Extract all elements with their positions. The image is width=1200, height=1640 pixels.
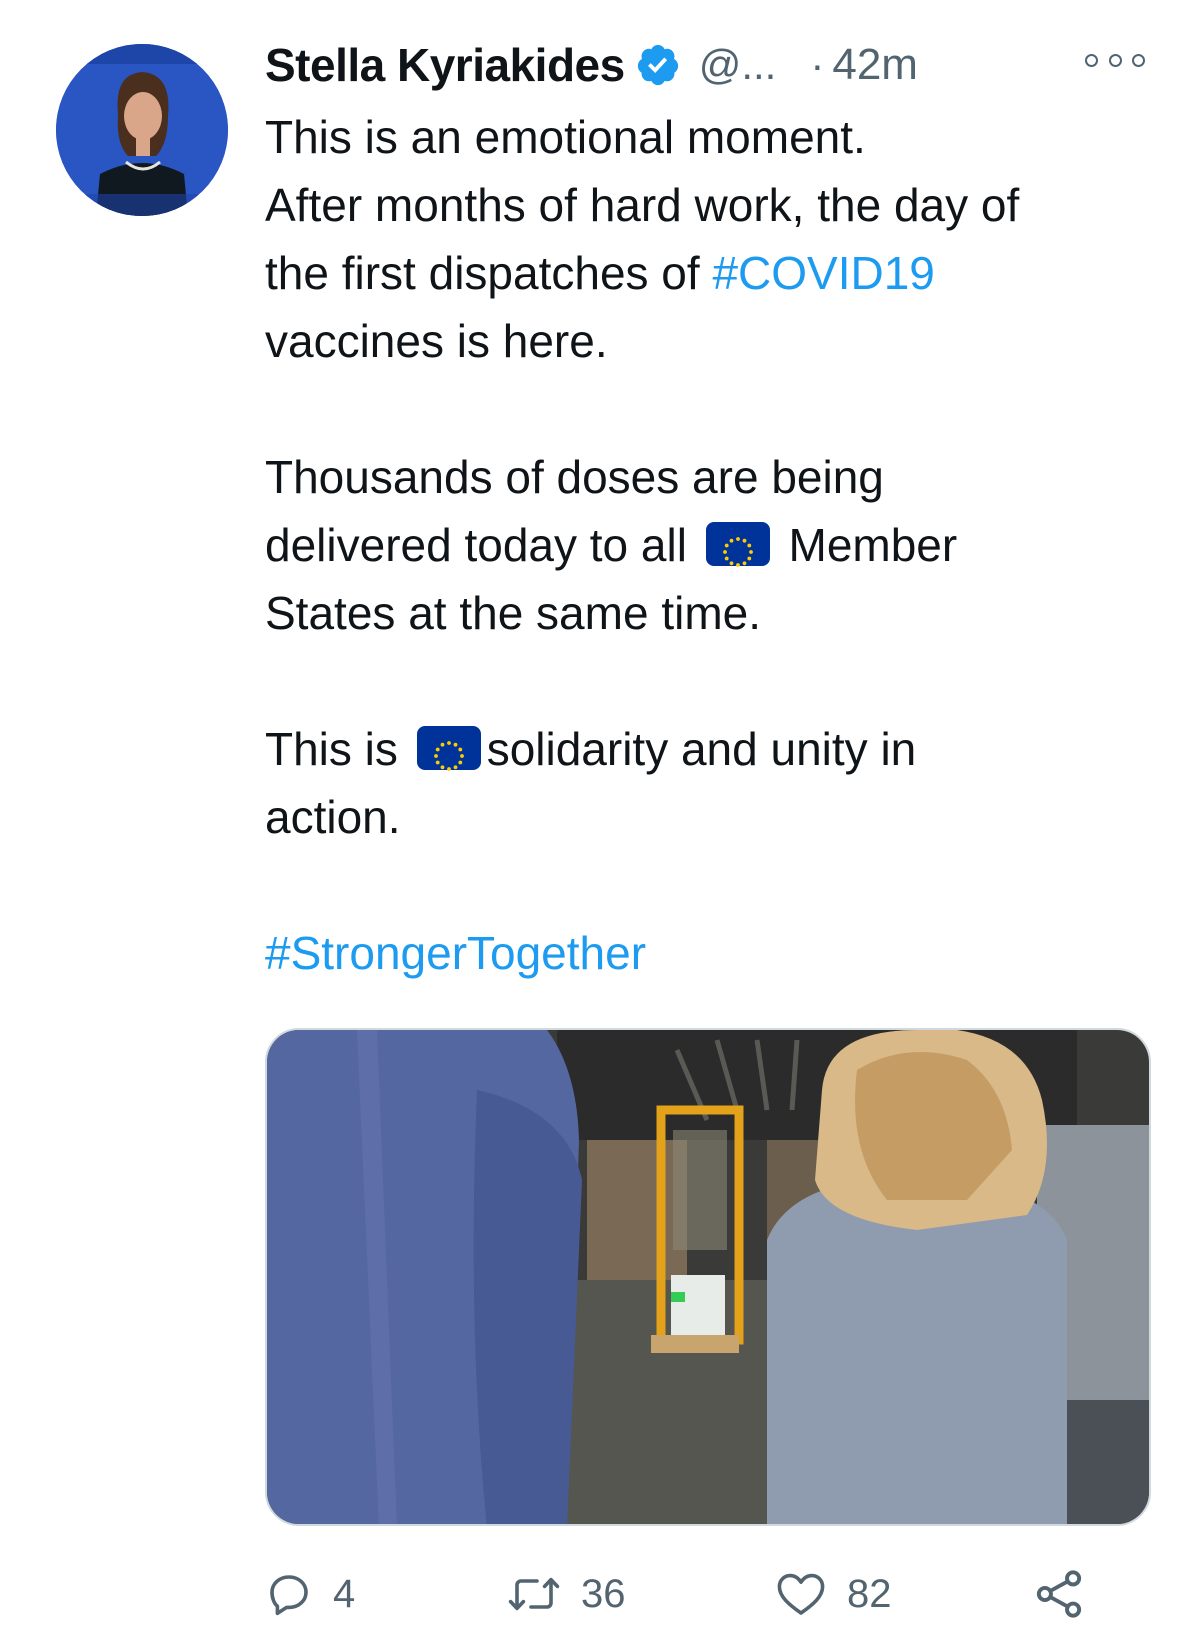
- text-line: #StrongerTogether: [265, 919, 1155, 987]
- tweet[interactable]: Stella Kyriakides @... · 42m This is an …: [0, 0, 1200, 1640]
- reply-button[interactable]: 4: [265, 1560, 355, 1628]
- author-handle[interactable]: @...: [699, 41, 777, 89]
- text-line: After months of hard work, the day of: [265, 179, 1020, 231]
- text-line: delivered today to all Member: [265, 511, 1155, 579]
- author-name[interactable]: Stella Kyriakides: [265, 38, 625, 92]
- like-button[interactable]: 82: [775, 1560, 892, 1628]
- reply-count: 4: [333, 1571, 356, 1616]
- text-fragment: solidarity and unity in: [486, 723, 917, 775]
- text-line: This is an emotional moment.: [265, 111, 866, 163]
- retweet-button[interactable]: 36: [507, 1560, 626, 1628]
- timestamp[interactable]: 42m: [832, 40, 918, 90]
- like-count: 82: [847, 1571, 892, 1616]
- heart-icon: [775, 1570, 827, 1618]
- ellipsis-icon[interactable]: [1085, 45, 1145, 75]
- text-line: the first dispatches of #COVID19: [265, 239, 1155, 307]
- text-fragment: This is: [265, 723, 398, 775]
- retweet-count: 36: [581, 1571, 626, 1616]
- share-button[interactable]: [1033, 1560, 1085, 1628]
- text-line: States at the same time.: [265, 587, 762, 639]
- hashtag-covid19-link[interactable]: #COVID19: [712, 247, 934, 299]
- text-line: vaccines is here.: [265, 315, 608, 367]
- time-separator: ·: [810, 41, 825, 88]
- eu-flag-icon: [416, 725, 481, 771]
- hashtag-strongertogether-link[interactable]: #StrongerTogether: [265, 927, 646, 979]
- text-fragment: Member: [788, 519, 958, 571]
- tweet-header: Stella Kyriakides @... · 42m: [265, 30, 1155, 100]
- text-fragment: delivered today to all: [265, 519, 687, 571]
- tweet-actions: 4 36 82: [265, 1560, 1155, 1628]
- tweet-photo[interactable]: [265, 1028, 1151, 1526]
- tweet-text: This is an emotional moment. After month…: [265, 103, 1155, 987]
- share-icon: [1033, 1568, 1085, 1620]
- reply-icon: [265, 1570, 313, 1618]
- text-line: action.: [265, 791, 401, 843]
- text-line: Thousands of doses are being: [265, 451, 884, 503]
- avatar[interactable]: [56, 44, 228, 216]
- retweet-icon: [507, 1570, 561, 1618]
- text-fragment: the first dispatches of: [265, 247, 713, 299]
- eu-flag-icon: [705, 521, 770, 567]
- verified-badge-icon: [635, 42, 681, 88]
- text-line: This is solidarity and unity in: [265, 715, 1155, 783]
